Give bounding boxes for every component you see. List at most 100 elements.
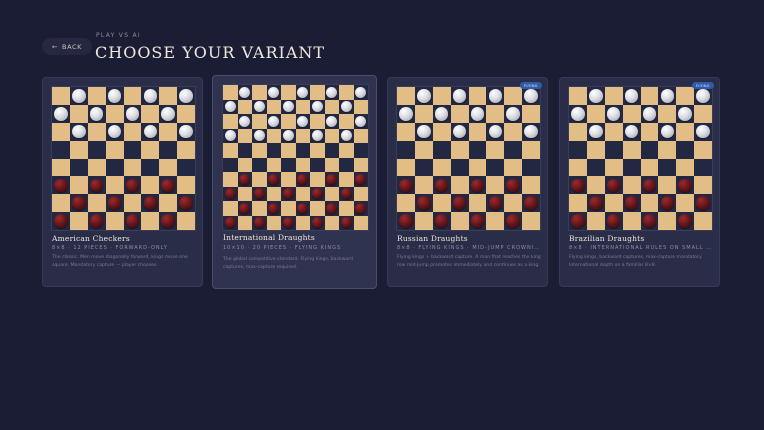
- board-square-dark: [324, 201, 339, 216]
- board-preview: [396, 86, 541, 231]
- white-piece: [606, 107, 621, 121]
- white-piece: [340, 130, 352, 142]
- board-square-dark: [658, 122, 677, 141]
- red-piece: [161, 214, 175, 228]
- red-piece: [642, 214, 657, 228]
- white-piece: [417, 124, 431, 139]
- board-square-dark: [468, 140, 487, 159]
- board-square-dark: [177, 122, 195, 141]
- board-square-dark: [450, 158, 469, 177]
- variant-name: Russian Draughts: [397, 234, 468, 243]
- board-square-light: [604, 194, 623, 213]
- board-square-light: [324, 186, 339, 201]
- board-square-dark: [324, 172, 339, 187]
- board-square-light: [676, 87, 695, 105]
- board-square-light: [223, 114, 238, 129]
- board-square-light: [141, 140, 160, 159]
- board-square-light: [123, 194, 142, 213]
- board-square-dark: [522, 158, 540, 177]
- red-piece: [355, 173, 367, 185]
- board-square-dark: [694, 87, 712, 105]
- white-piece: [282, 101, 294, 113]
- board-square-light: [468, 122, 487, 141]
- board-square-dark: [105, 122, 124, 141]
- board-square-dark: [486, 158, 505, 177]
- white-piece: [282, 130, 294, 142]
- board-square-dark: [397, 140, 415, 159]
- board-square-light: [177, 104, 195, 123]
- red-piece: [355, 202, 367, 214]
- board-square-light: [468, 158, 487, 177]
- board-square-dark: [569, 176, 587, 195]
- board-square-dark: [237, 114, 252, 129]
- back-button[interactable]: ← BACK: [42, 38, 93, 55]
- board-square-dark: [87, 212, 106, 230]
- board-square-light: [504, 87, 523, 105]
- red-piece: [143, 196, 158, 210]
- board-square-dark: [450, 194, 469, 213]
- red-piece: [224, 217, 236, 229]
- red-piece: [253, 217, 265, 229]
- board-square-dark: [105, 158, 124, 177]
- board-square-dark: [52, 140, 70, 159]
- red-piece: [606, 178, 621, 193]
- board-square-light: [237, 128, 252, 143]
- red-piece: [678, 178, 692, 193]
- white-piece: [589, 124, 603, 139]
- board-square-dark: [159, 212, 178, 230]
- board-square-dark: [694, 194, 712, 213]
- board-square-light: [569, 87, 587, 105]
- white-piece: [179, 124, 193, 139]
- red-piece: [326, 202, 338, 214]
- board-square-dark: [604, 104, 623, 123]
- board-square-light: [87, 122, 106, 141]
- board-square-dark: [640, 104, 659, 123]
- board-square-light: [266, 215, 281, 230]
- board-square-light: [504, 122, 523, 141]
- board-square-light: [640, 122, 659, 141]
- board-square-dark: [522, 87, 540, 105]
- board-square-light: [87, 194, 106, 213]
- white-piece: [268, 86, 280, 98]
- white-piece: [660, 124, 675, 139]
- red-piece: [311, 217, 323, 229]
- board-square-light: [177, 140, 195, 159]
- board-square-light: [295, 215, 310, 230]
- red-piece: [660, 196, 675, 210]
- board-square-light: [69, 176, 88, 195]
- board-square-light: [604, 122, 623, 141]
- board-square-light: [353, 99, 368, 114]
- board-square-light: [658, 212, 677, 230]
- board-square-dark: [414, 122, 433, 141]
- variant-meta: 8×8 · INTERNATIONAL RULES ON SMALL BOARD: [569, 245, 713, 251]
- red-piece: [125, 214, 140, 228]
- white-piece: [660, 89, 675, 103]
- board-square-light: [310, 172, 325, 187]
- board-square-dark: [69, 87, 88, 105]
- board-square-dark: [339, 128, 354, 143]
- board-square-light: [353, 186, 368, 201]
- board-square-light: [339, 114, 354, 129]
- board-square-light: [486, 140, 505, 159]
- board-square-light: [123, 87, 142, 105]
- white-piece: [524, 89, 538, 103]
- red-piece: [179, 196, 193, 210]
- board-square-light: [69, 212, 88, 230]
- page-kicker: PLAY VS AI: [96, 32, 142, 39]
- board-square-light: [694, 176, 712, 195]
- board-square-light: [622, 212, 641, 230]
- board-square-light: [105, 104, 124, 123]
- board-square-light: [640, 87, 659, 105]
- white-piece: [224, 101, 236, 113]
- board-square-dark: [310, 186, 325, 201]
- board-square-light: [237, 186, 252, 201]
- board-square-dark: [123, 140, 142, 159]
- white-piece: [355, 115, 367, 127]
- board-square-dark: [504, 212, 523, 230]
- board-square-light: [69, 104, 88, 123]
- red-piece: [239, 202, 251, 214]
- red-piece: [399, 214, 413, 228]
- red-piece: [624, 196, 639, 210]
- board-square-light: [281, 201, 296, 216]
- board-square-light: [223, 143, 238, 158]
